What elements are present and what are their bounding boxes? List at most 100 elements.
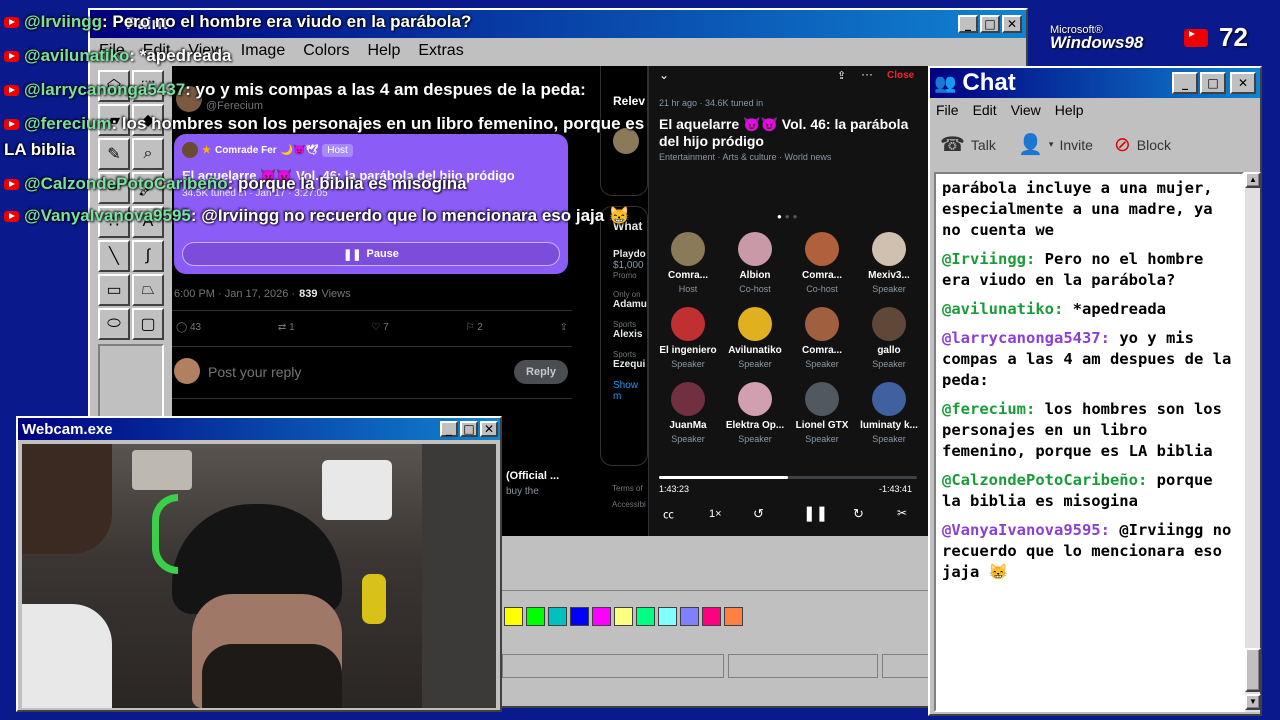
ellipse-icon[interactable]: ⬭ — [98, 308, 130, 340]
menu-file[interactable]: File — [936, 102, 959, 118]
speaker-avatar — [738, 307, 772, 341]
speaker-tile[interactable]: JuanMa Speaker — [655, 382, 721, 444]
scroll-thumb[interactable] — [1245, 648, 1261, 692]
trend-adamu[interactable]: Adamu — [613, 299, 647, 310]
palette-swatch[interactable] — [724, 607, 743, 626]
speaker-role: Speaker — [872, 359, 906, 369]
polygon-icon[interactable]: ⏢ — [132, 274, 164, 306]
palette-swatch[interactable] — [658, 607, 677, 626]
chat-username: @Irviingg: — [942, 250, 1036, 268]
overlay-text: : *apedreada — [129, 46, 232, 65]
palette-swatch[interactable] — [526, 607, 545, 626]
trend-playdo[interactable]: Playdo — [613, 249, 647, 260]
picker-icon[interactable]: ✎ — [98, 138, 130, 170]
scrollbar[interactable]: ▲ ▼ — [1244, 172, 1261, 712]
close-button[interactable]: ✕ — [1002, 15, 1022, 33]
palette-swatch[interactable] — [614, 607, 633, 626]
chevron-down-icon[interactable]: ⌄ — [659, 68, 669, 82]
video-subtitle: buy the — [506, 486, 539, 497]
menu-colors[interactable]: Colors — [294, 42, 358, 64]
palette-swatch[interactable] — [680, 607, 699, 626]
invite-icon: 👤 — [1018, 134, 1043, 156]
menu-help[interactable]: Help — [1055, 102, 1084, 118]
rewind-icon[interactable]: ↺ — [753, 506, 764, 522]
reply-button[interactable]: Reply — [514, 360, 568, 384]
palette-swatch[interactable] — [504, 607, 523, 626]
speaker-tile[interactable]: Albion Co-host — [722, 232, 788, 294]
speaker-tile[interactable]: gallo Speaker — [856, 307, 922, 369]
webcam-titlebar[interactable]: Webcam.exe _ □ ✕ — [18, 418, 500, 440]
share-icon[interactable]: ⇪ — [560, 322, 568, 333]
space-card[interactable]: ★ Comrade Fer 🌙😈🕊 Host El aquelarre 😈😈 V… — [174, 134, 568, 274]
speaker-tile[interactable]: Elektra Op... Speaker — [722, 382, 788, 444]
maximize-button[interactable]: □ — [1200, 72, 1226, 94]
retweet-action[interactable]: ⇄ 1 — [278, 322, 295, 333]
menu-image[interactable]: Image — [232, 42, 294, 64]
magnifier-icon[interactable]: ⌕ — [132, 138, 164, 170]
speaker-tile[interactable]: luminaty k... Speaker — [856, 382, 922, 444]
menu-view[interactable]: View — [1011, 102, 1041, 118]
speaker-tile[interactable]: Comra... Host — [655, 232, 721, 294]
speaker-tile[interactable]: Avilunatiko Speaker — [722, 307, 788, 369]
pause-button[interactable]: ❚❚ Pause — [182, 242, 560, 266]
close-button[interactable]: ✕ — [480, 421, 498, 437]
line-icon[interactable]: ╲ — [98, 240, 130, 272]
like-count: 7 — [383, 322, 389, 333]
rounded-rect-icon[interactable]: ▢ — [132, 308, 164, 340]
post-handle: @Ferecium — [206, 100, 264, 112]
speaker-tile[interactable]: Lionel GTX Speaker — [789, 382, 855, 444]
progress-track[interactable] — [659, 476, 917, 479]
rectangle-icon[interactable]: ▭ — [98, 274, 130, 306]
speed-button[interactable]: 1× — [709, 508, 722, 520]
talk-button[interactable]: ☎ Talk — [940, 132, 996, 157]
trend-alexis[interactable]: Alexis — [613, 329, 647, 340]
palette-swatch[interactable] — [548, 607, 567, 626]
show-more-link[interactable]: Show m — [613, 380, 647, 402]
palette-swatch[interactable] — [702, 607, 721, 626]
reply-action[interactable]: ◯ 43 — [176, 322, 201, 333]
heart-icon: ♡ — [371, 322, 381, 333]
terms-link[interactable]: Terms of — [612, 484, 643, 493]
post-actions: ◯ 43 ⇄ 1 ♡ 7 ⚐ 2 ⇪ — [176, 322, 568, 333]
block-button[interactable]: ⊘ Block — [1114, 132, 1171, 157]
minimize-button[interactable]: _ — [958, 15, 978, 33]
pause-icon[interactable]: ❚❚ — [803, 504, 828, 522]
bookmark-action[interactable]: ⚐ 2 — [466, 322, 483, 333]
speaker-role: Speaker — [872, 284, 906, 294]
menu-help[interactable]: Help — [358, 42, 409, 64]
minimize-button[interactable]: _ — [1172, 72, 1198, 94]
clip-icon[interactable]: ✂ — [897, 506, 907, 520]
palette-swatch[interactable] — [636, 607, 655, 626]
invite-button[interactable]: 👤 ▾ Invite — [1018, 132, 1093, 157]
captions-icon[interactable]: ㏄ — [663, 506, 674, 522]
overlay-username: @larrycanonga5437 — [24, 80, 186, 99]
forward-icon[interactable]: ↻ — [853, 506, 864, 522]
menu-edit[interactable]: Edit — [973, 102, 997, 118]
maximize-button[interactable]: □ — [980, 15, 1000, 33]
minimize-button[interactable]: _ — [440, 421, 458, 437]
scroll-down-button[interactable]: ▼ — [1245, 694, 1261, 710]
maximize-button[interactable]: □ — [460, 421, 478, 437]
invite-label: Invite — [1059, 136, 1093, 153]
close-button[interactable]: ✕ — [1230, 72, 1256, 94]
scroll-up-button[interactable]: ▲ — [1245, 172, 1261, 188]
accessibility-link[interactable]: Accessibi — [612, 500, 646, 509]
youtube-icon — [4, 178, 19, 190]
close-link[interactable]: Close — [887, 70, 914, 81]
menu-extras[interactable]: Extras — [409, 42, 472, 64]
reply-input[interactable]: Post your reply — [208, 364, 301, 380]
palette-swatch[interactable] — [570, 607, 589, 626]
more-icon[interactable]: ··· — [861, 67, 873, 81]
chat-username: @VanyaIvanova9595: — [942, 521, 1110, 539]
curve-icon[interactable]: ∫ — [132, 240, 164, 272]
trend-ezequi[interactable]: Ezequi — [613, 359, 647, 370]
speaker-tile[interactable]: Comra... Co-host — [789, 232, 855, 294]
palette-swatch[interactable] — [592, 607, 611, 626]
share-icon[interactable]: ⇪ — [837, 69, 846, 82]
speaker-name: Comra... — [801, 345, 842, 356]
like-action[interactable]: ♡ 7 — [371, 322, 388, 333]
speaker-tile[interactable]: Comra... Speaker — [789, 307, 855, 369]
speaker-tile[interactable]: El ingeniero Speaker — [655, 307, 721, 369]
chat-titlebar[interactable]: 👥 Chat _ □ ✕ — [930, 68, 1260, 98]
speaker-tile[interactable]: Mexiv3... Speaker — [856, 232, 922, 294]
